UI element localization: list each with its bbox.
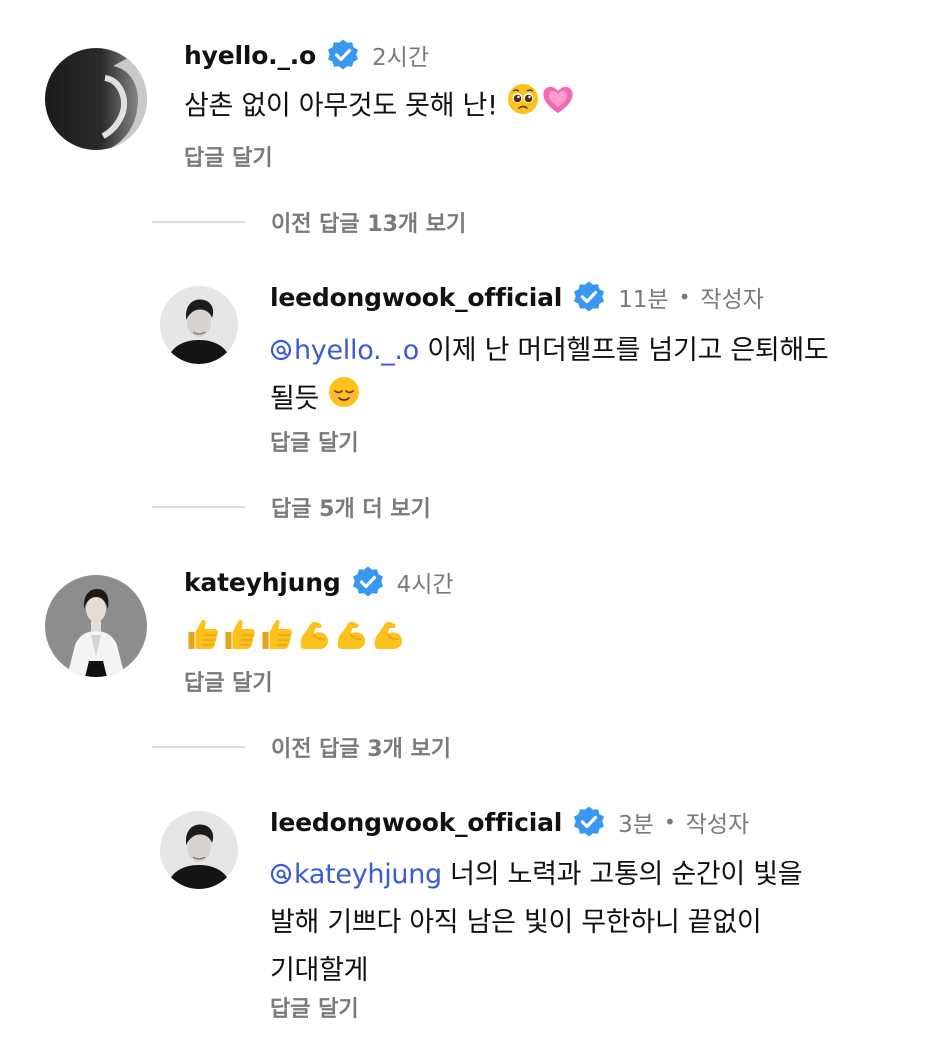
comment-header: hyello._.o 2시간 (184, 35, 429, 75)
mention-link[interactable]: hyello._.o (270, 335, 419, 366)
view-replies-label: 답글 5개 더 보기 (271, 497, 431, 522)
thumbs-up-icon (262, 620, 292, 649)
username[interactable]: kateyhjung (184, 568, 341, 597)
reply-button[interactable]: 답글 달기 (184, 665, 273, 697)
divider (152, 746, 245, 748)
verified-badge-icon (572, 280, 606, 314)
flexed-biceps-icon (337, 621, 366, 649)
growing-heart-icon (540, 82, 576, 132)
flexed-biceps-icon (374, 621, 403, 649)
separator-dot: • (663, 810, 676, 834)
reply-text: 너의 노력과 고통의 순간이 빛을 (450, 859, 803, 890)
reply-button[interactable]: 답글 달기 (270, 425, 359, 457)
threads-mention-icon (270, 339, 292, 361)
comment-body: 삼촌 없이 아무것도 못해 난! (184, 82, 576, 132)
reply-text-2: 될듯 (270, 383, 320, 415)
avatar-kateyhjung[interactable] (45, 575, 147, 677)
avatar-hyello[interactable] (45, 48, 147, 150)
comment-time: 2시간 (372, 45, 430, 71)
reply-line-3: 기대할게 (270, 955, 369, 986)
reply-line-1: kateyhjung 너의 노력과 고통의 순간이 빛을 (270, 851, 803, 899)
reply-text: 이제 난 머더헬프를 넘기고 은퇴해도 (427, 335, 829, 366)
view-replies-label: 이전 답글 13개 보기 (271, 212, 467, 237)
view-replies-label: 이전 답글 3개 보기 (271, 737, 451, 762)
reply-button[interactable]: 답글 달기 (270, 991, 359, 1023)
reply-line-2: 될듯 (270, 375, 828, 425)
verified-badge-icon (351, 565, 385, 599)
reply-line-1: hyello._.o 이제 난 머더헬프를 넘기고 은퇴해도 (270, 327, 829, 375)
pleading-face-icon (506, 82, 540, 132)
reply-line-2: 발해 기쁘다 아직 남은 빛이 무한하니 끝없이 (270, 907, 762, 938)
divider (152, 221, 245, 223)
reply-time: 3분 (618, 812, 654, 838)
reply-body: hyello._.o 이제 난 머더헬프를 넘기고 은퇴해도 될듯 (270, 327, 829, 425)
reply-button[interactable]: 답글 달기 (184, 140, 273, 172)
username[interactable]: hyello._.o (184, 41, 316, 70)
author-label: 작성자 (685, 812, 750, 838)
view-previous-replies-button[interactable]: 이전 답글 13개 보기 (152, 207, 466, 237)
verified-badge-icon (572, 805, 606, 839)
flexed-biceps-icon (300, 621, 329, 649)
verified-badge-icon (326, 38, 360, 72)
mention-link[interactable]: kateyhjung (270, 859, 442, 890)
divider (152, 506, 245, 508)
mention-text: hyello._.o (294, 335, 419, 366)
comment-text: 삼촌 없이 아무것도 못해 난! (184, 90, 498, 122)
comment-header: kateyhjung 4시간 (184, 562, 454, 602)
thumbs-up-icon (188, 620, 218, 649)
relieved-face-icon (327, 375, 361, 425)
reply-time: 11분 (618, 287, 669, 313)
username[interactable]: leedongwook_official (270, 283, 562, 312)
view-more-replies-button[interactable]: 답글 5개 더 보기 (152, 492, 431, 522)
username[interactable]: leedongwook_official (270, 808, 562, 837)
emoji-comment (184, 614, 406, 654)
reply-body: kateyhjung 너의 노력과 고통의 순간이 빛을 발해 기쁘다 아직 남… (270, 851, 803, 995)
separator-dot: • (678, 285, 691, 309)
avatar-leedongwook[interactable] (160, 286, 238, 364)
thumbs-up-icon (225, 620, 255, 649)
author-label: 작성자 (700, 287, 764, 313)
reply-header: leedongwook_official 11분 • 작성자 (270, 277, 764, 317)
mention-text: kateyhjung (294, 859, 442, 890)
comment-time: 4시간 (396, 572, 454, 598)
view-previous-replies-button[interactable]: 이전 답글 3개 보기 (152, 732, 451, 762)
threads-mention-icon (270, 863, 292, 885)
reply-header: leedongwook_official 3분 • 작성자 (270, 802, 749, 842)
avatar-leedongwook[interactable] (160, 811, 238, 889)
